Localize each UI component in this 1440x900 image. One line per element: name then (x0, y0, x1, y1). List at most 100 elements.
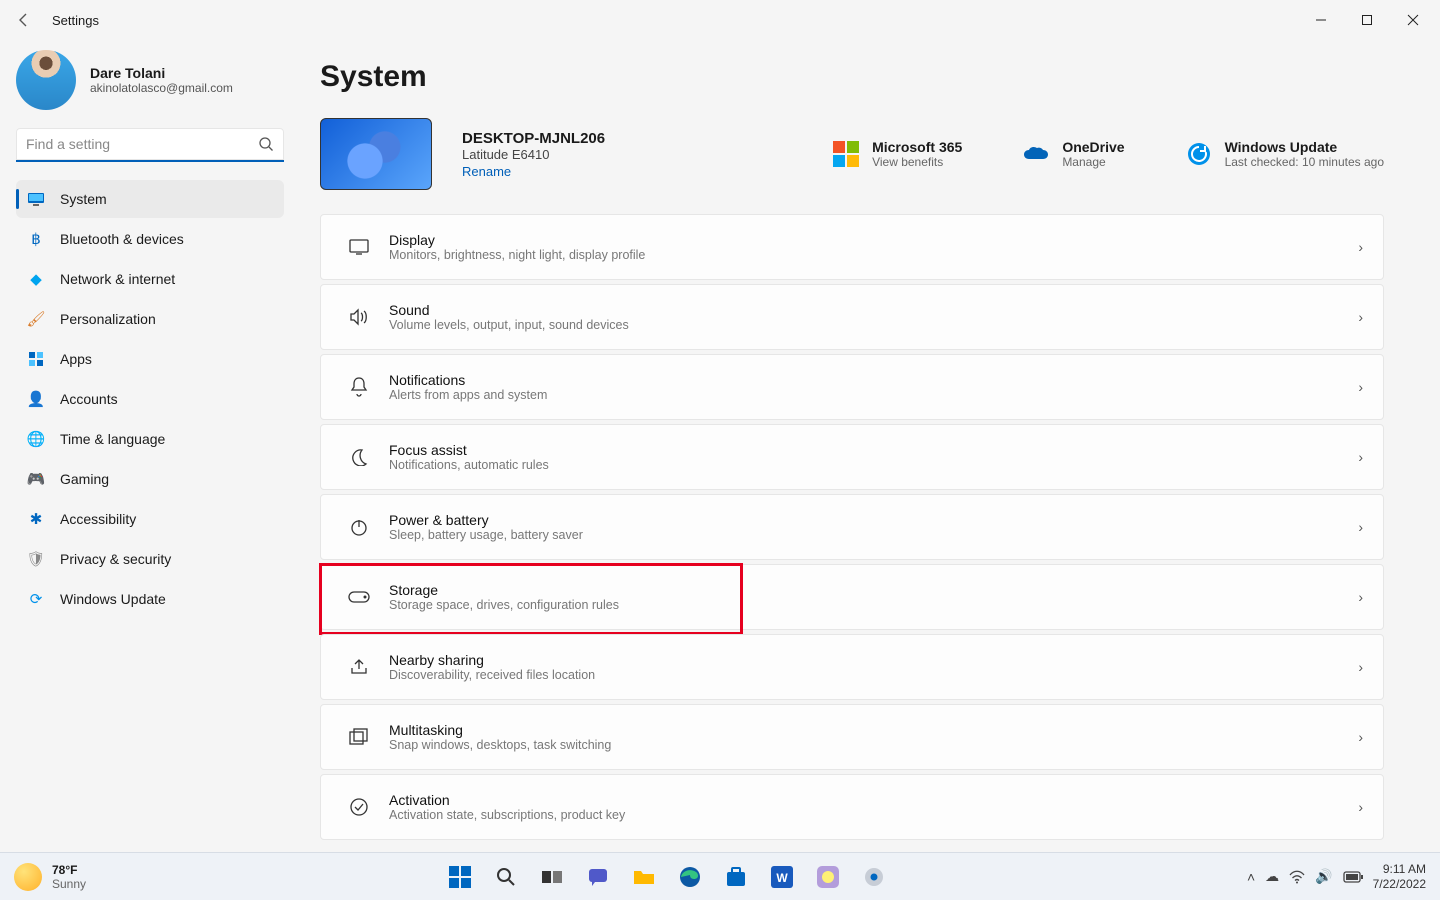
device-model: Latitude E6410 (462, 147, 605, 162)
taskbar-clock[interactable]: 9:11 AM 7/22/2022 (1373, 862, 1426, 892)
card-title: Sound (389, 302, 1358, 318)
card-focus-assist[interactable]: Focus assistNotifications, automatic rul… (320, 424, 1384, 490)
sidebar-item-system[interactable]: System (16, 180, 284, 218)
chevron-right-icon: › (1358, 449, 1363, 465)
sidebar-item-apps[interactable]: Apps (16, 340, 284, 378)
sidebar-item-bluetooth[interactable]: ฿ Bluetooth & devices (16, 220, 284, 258)
service-microsoft-365[interactable]: Microsoft 365View benefits (832, 139, 962, 169)
search-icon (496, 867, 516, 887)
taskbar-settings[interactable] (854, 857, 894, 897)
taskbar-edge[interactable] (670, 857, 710, 897)
gear-icon (863, 866, 885, 888)
sidebar-item-accessibility[interactable]: ✱Accessibility (16, 500, 284, 538)
sidebar-item-personalization[interactable]: 🖌Personalization (16, 300, 284, 338)
card-title: Focus assist (389, 442, 1358, 458)
chevron-up-icon[interactable]: ˄ (1247, 869, 1255, 885)
service-sub: View benefits (872, 155, 962, 169)
card-activation[interactable]: ActivationActivation state, subscription… (320, 774, 1384, 840)
sound-icon (341, 308, 377, 326)
taskbar-word[interactable]: W (762, 857, 802, 897)
taskbar-search[interactable] (486, 857, 526, 897)
device-row: DESKTOP-MJNL206 Latitude E6410 Rename Mi… (320, 118, 1384, 190)
card-title: Activation (389, 792, 1358, 808)
card-sub: Volume levels, output, input, sound devi… (389, 318, 1358, 332)
rename-link[interactable]: Rename (462, 164, 511, 179)
onedrive-tray-icon[interactable]: ☁ (1265, 868, 1279, 885)
taskbar-chat[interactable] (578, 857, 618, 897)
windows-logo-icon (449, 866, 471, 888)
card-storage[interactable]: StorageStorage space, drives, configurat… (320, 564, 1384, 630)
sidebar-item-windows-update[interactable]: ⟳Windows Update (16, 580, 284, 618)
multitask-icon (341, 728, 377, 746)
user-profile[interactable]: Dare Tolani akinolatolasco@gmail.com (16, 50, 284, 110)
sidebar-item-time-language[interactable]: 🌐Time & language (16, 420, 284, 458)
card-display[interactable]: DisplayMonitors, brightness, night light… (320, 214, 1384, 280)
card-title: Notifications (389, 372, 1358, 388)
power-icon (341, 518, 377, 536)
service-title: Windows Update (1225, 139, 1384, 155)
card-sub: Snap windows, desktops, task switching (389, 738, 1358, 752)
gamepad-icon: 🎮 (26, 470, 46, 488)
microsoft-365-icon (832, 140, 860, 168)
close-button[interactable] (1390, 4, 1436, 36)
back-arrow-icon (16, 12, 32, 28)
taskbar-file-explorer[interactable] (624, 857, 664, 897)
system-tray[interactable]: ˄ ☁ 🔊 (1247, 868, 1363, 885)
taskbar-store[interactable] (716, 857, 756, 897)
service-windows-update[interactable]: Windows UpdateLast checked: 10 minutes a… (1185, 139, 1384, 169)
nav-label: Privacy & security (60, 551, 171, 567)
sidebar-item-privacy[interactable]: 🛡 Privacy & security (16, 540, 284, 578)
edge-icon (679, 866, 701, 888)
shield-icon: 🛡 (26, 550, 46, 568)
store-icon (725, 867, 747, 887)
svg-text:W: W (776, 871, 788, 885)
wifi-tray-icon[interactable] (1289, 870, 1305, 884)
update-icon: ⟳ (26, 590, 46, 608)
minimize-button[interactable] (1298, 4, 1344, 36)
onedrive-icon (1022, 140, 1050, 168)
nav-label: Time & language (60, 431, 165, 447)
taskbar-weather[interactable]: 78°F Sunny (0, 863, 86, 891)
chevron-right-icon: › (1358, 589, 1363, 605)
nav-label: Bluetooth & devices (60, 231, 184, 247)
display-icon (341, 239, 377, 255)
card-sound[interactable]: SoundVolume levels, output, input, sound… (320, 284, 1384, 350)
sun-icon (14, 863, 42, 891)
card-title: Storage (389, 582, 1358, 598)
bluetooth-icon: ฿ (26, 230, 46, 248)
service-title: Microsoft 365 (872, 139, 962, 155)
card-sub: Storage space, drives, configuration rul… (389, 598, 1358, 612)
taskbar-start[interactable] (440, 857, 480, 897)
back-button[interactable] (4, 12, 44, 28)
sidebar-item-gaming[interactable]: 🎮 Gaming (16, 460, 284, 498)
sidebar-item-network[interactable]: ◆Network & internet (16, 260, 284, 298)
card-power-battery[interactable]: Power & batterySleep, battery usage, bat… (320, 494, 1384, 560)
maximize-button[interactable] (1344, 4, 1390, 36)
sidebar-item-accounts[interactable]: 👤Accounts (16, 380, 284, 418)
card-title: Multitasking (389, 722, 1358, 738)
taskbar-app1[interactable] (808, 857, 848, 897)
chat-icon (587, 867, 609, 887)
service-sub: Manage (1062, 155, 1124, 169)
accessibility-icon: ✱ (26, 510, 46, 528)
sidebar: Dare Tolani akinolatolasco@gmail.com Sys… (0, 40, 300, 852)
nav-list: System ฿ Bluetooth & devices ◆Network & i… (16, 180, 284, 618)
window-title: Settings (44, 13, 99, 28)
task-view-icon (541, 868, 563, 886)
battery-tray-icon[interactable] (1343, 871, 1363, 883)
weather-label: Sunny (52, 877, 86, 891)
person-icon: 👤 (26, 390, 46, 408)
service-sub: Last checked: 10 minutes ago (1225, 155, 1384, 169)
search-input[interactable] (16, 128, 284, 162)
search-box[interactable] (16, 128, 284, 162)
card-multitasking[interactable]: MultitaskingSnap windows, desktops, task… (320, 704, 1384, 770)
card-notifications[interactable]: NotificationsAlerts from apps and system… (320, 354, 1384, 420)
taskbar-task-view[interactable] (532, 857, 572, 897)
nav-label: Gaming (60, 471, 109, 487)
user-name: Dare Tolani (90, 65, 233, 81)
card-sub: Notifications, automatic rules (389, 458, 1358, 472)
card-nearby-sharing[interactable]: Nearby sharingDiscoverability, received … (320, 634, 1384, 700)
service-onedrive[interactable]: OneDriveManage (1022, 139, 1124, 169)
nav-label: System (60, 191, 107, 207)
volume-tray-icon[interactable]: 🔊 (1315, 868, 1332, 885)
